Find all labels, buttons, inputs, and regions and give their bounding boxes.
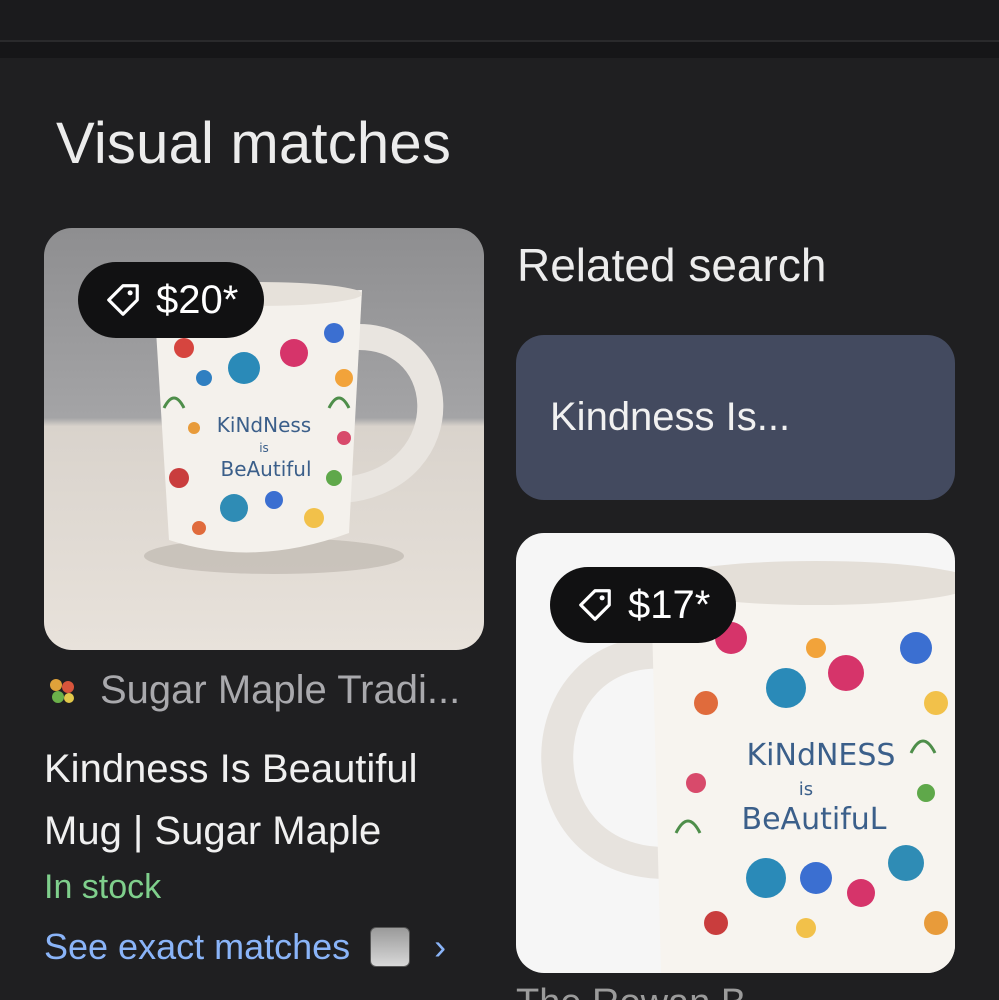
mug-text-1: KiNdNESS: [747, 738, 896, 773]
result-image-left[interactable]: KiNdNess is BeAutiful $20*: [44, 228, 484, 650]
source-row[interactable]: Sugar Maple Tradi...: [44, 668, 460, 713]
tag-icon: [107, 284, 139, 316]
related-search-label: Kindness Is...: [550, 395, 791, 439]
section-title: Visual matches: [56, 111, 452, 176]
mug-text-2: is: [259, 441, 269, 455]
related-search-chip[interactable]: Kindness Is...: [516, 335, 955, 500]
price-label: $17*: [628, 582, 711, 627]
price-label: $20*: [156, 277, 239, 322]
see-exact-matches[interactable]: See exact matches ›: [44, 926, 446, 968]
stock-status: In stock: [44, 868, 162, 906]
see-exact-matches-link[interactable]: See exact matches: [44, 926, 350, 968]
price-chip[interactable]: $20*: [78, 262, 265, 338]
chevron-right-icon: ›: [434, 926, 447, 967]
next-result-peek: The Rowan B...: [516, 982, 956, 1000]
flower-logo-icon: [50, 678, 74, 703]
mug-text-3: BeAutiful: [220, 457, 311, 481]
result-image-right[interactable]: KiNdNESS is BeAutifuL $17*: [516, 533, 955, 973]
top-bar: [0, 0, 999, 40]
mug-text-2: is: [799, 779, 813, 800]
exact-match-thumbnail: [370, 927, 411, 967]
source-name: Sugar Maple Tradi...: [100, 668, 461, 712]
related-search-title: Related search: [517, 239, 827, 291]
result-title[interactable]: Kindness Is Beautiful Mug | Sugar Maple: [44, 738, 484, 862]
tag-icon: [579, 589, 611, 621]
price-chip[interactable]: $17*: [550, 567, 737, 643]
mug-text-3: BeAutifuL: [742, 802, 887, 837]
divider: [0, 40, 999, 58]
mug-text-1: KiNdNess: [217, 413, 311, 437]
